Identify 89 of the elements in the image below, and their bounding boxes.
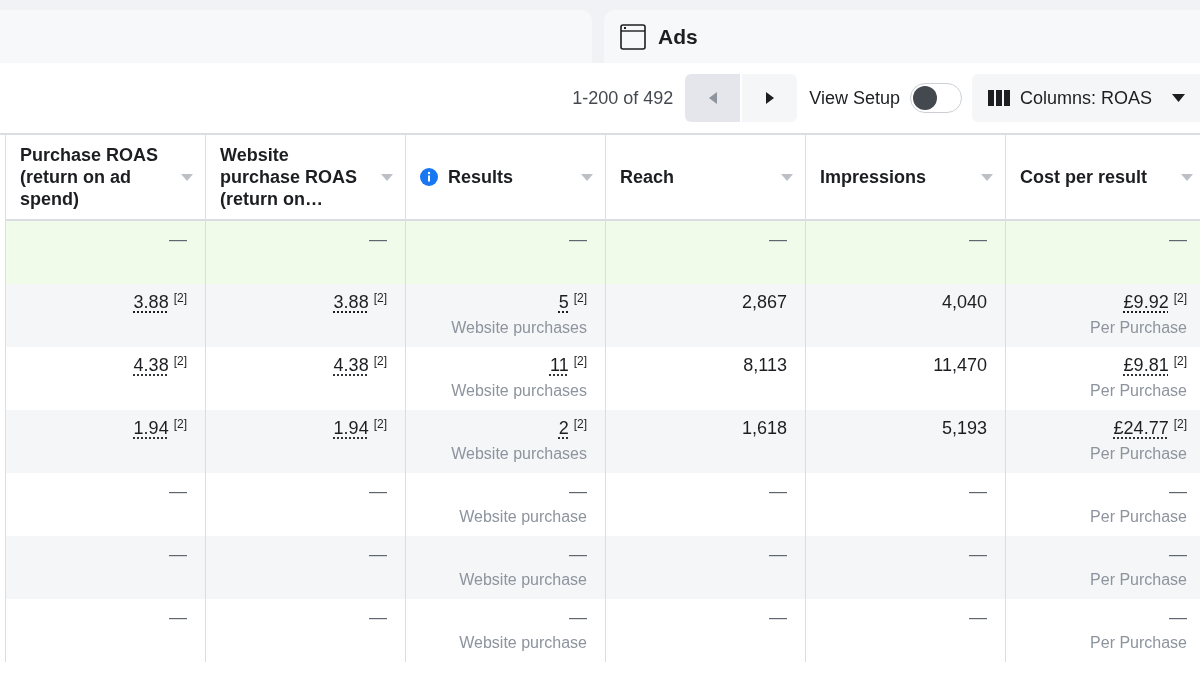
- cell-caption: Website purchases: [451, 381, 587, 401]
- footnote-mark: [2]: [173, 416, 187, 432]
- column-header[interactable]: Website purchase ROAS (return on…: [205, 135, 405, 219]
- cell-value: 8,113: [743, 354, 787, 377]
- cell-value: —: [569, 606, 587, 629]
- column-header[interactable]: Purchase ROAS (return on ad spend): [5, 135, 205, 219]
- cell-caption: Per Purchase: [1090, 507, 1187, 527]
- columns-button[interactable]: Columns: ROAS: [972, 74, 1200, 122]
- cell-value: 11: [549, 354, 569, 377]
- cell-value: 4.38: [133, 354, 169, 377]
- footnote-mark: [2]: [1173, 290, 1187, 306]
- cell-value: £9.92: [1123, 291, 1169, 314]
- cell-value: 5: [558, 291, 569, 314]
- left-triangle-icon: [708, 92, 717, 104]
- cell-value: 1,618: [741, 417, 787, 440]
- cell-caption: Website purchase: [459, 507, 587, 527]
- footnote-mark: [2]: [573, 353, 587, 369]
- cell-value: 1.94: [333, 417, 369, 440]
- view-setup-label: View Setup: [809, 86, 900, 110]
- sort-caret-icon: [181, 173, 193, 181]
- cell-caption: Per Purchase: [1090, 633, 1187, 653]
- column-header[interactable]: Reach: [605, 135, 805, 219]
- cell-value: —: [969, 480, 987, 503]
- footnote-mark: [2]: [1173, 353, 1187, 369]
- sort-caret-icon: [981, 173, 993, 181]
- cell-value: —: [969, 606, 987, 629]
- cell-caption: Per Purchase: [1090, 444, 1187, 464]
- cell-caption: Per Purchase: [1090, 381, 1187, 401]
- cell-value: 11,470: [933, 354, 987, 377]
- cell-value: —: [969, 228, 987, 251]
- sort-caret-icon: [381, 173, 393, 181]
- caret-icon: [1172, 94, 1186, 102]
- cell-value: —: [569, 543, 587, 566]
- cell-value: —: [569, 480, 587, 503]
- footnote-mark: [2]: [573, 290, 587, 306]
- cell-value: 5,193: [941, 417, 987, 440]
- cell-caption: Per Purchase: [1090, 318, 1187, 338]
- cell-value: —: [169, 228, 187, 251]
- column-header[interactable]: Impressions: [805, 135, 1005, 219]
- cell-value: —: [169, 606, 187, 629]
- cell-value: —: [1169, 543, 1187, 566]
- cell-caption: Website purchases: [451, 444, 587, 464]
- footnote-mark: [2]: [573, 416, 587, 432]
- cell-value: —: [369, 543, 387, 566]
- cell-value: 3.88: [333, 291, 369, 314]
- cell-caption: Per Purchase: [1090, 570, 1187, 590]
- cell-value: 1.94: [133, 417, 169, 440]
- cell-value: —: [369, 228, 387, 251]
- cell-value: —: [369, 480, 387, 503]
- cell-caption: Website purchases: [451, 318, 587, 338]
- view-setup-toggle[interactable]: [910, 83, 962, 113]
- sort-caret-icon: [581, 173, 593, 181]
- cell-value: —: [569, 228, 587, 251]
- footnote-mark: [2]: [1173, 416, 1187, 432]
- sort-caret-icon: [781, 173, 793, 181]
- footnote-mark: [2]: [173, 290, 187, 306]
- pagination-text: 1-200 of 492: [572, 86, 674, 110]
- cell-value: —: [969, 543, 987, 566]
- cell-value: —: [169, 543, 187, 566]
- window-icon: [620, 23, 646, 50]
- cell-value: 3.88: [133, 291, 169, 314]
- cell-value: —: [769, 480, 787, 503]
- cell-value: —: [769, 228, 787, 251]
- cell-value: —: [1169, 606, 1187, 629]
- panel-title: Ads: [658, 23, 698, 50]
- footnote-mark: [2]: [173, 353, 187, 369]
- cell-caption: Website purchase: [459, 633, 587, 653]
- cell-value: —: [1169, 228, 1187, 251]
- cell-value: £9.81: [1123, 354, 1169, 377]
- cell-value: £24.77: [1113, 417, 1169, 440]
- cell-value: —: [769, 606, 787, 629]
- footnote-mark: [2]: [373, 416, 387, 432]
- cell-value: 2: [558, 417, 569, 440]
- footnote-mark: [2]: [373, 290, 387, 306]
- column-header[interactable]: Cost per result: [1005, 135, 1200, 219]
- cell-value: —: [169, 480, 187, 503]
- cell-value: 4,040: [941, 291, 987, 314]
- column-header[interactable]: Results: [405, 135, 605, 219]
- cell-value: —: [769, 543, 787, 566]
- right-triangle-icon: [765, 92, 774, 104]
- footnote-mark: [2]: [373, 353, 387, 369]
- sort-caret-icon: [1181, 173, 1193, 181]
- columns-icon: [988, 90, 1010, 106]
- cell-value: —: [369, 606, 387, 629]
- cell-value: —: [1169, 480, 1187, 503]
- cell-value: 4.38: [333, 354, 369, 377]
- cell-caption: Website purchase: [459, 570, 587, 590]
- cell-value: 2,867: [741, 291, 787, 314]
- next-page-button[interactable]: [742, 74, 798, 122]
